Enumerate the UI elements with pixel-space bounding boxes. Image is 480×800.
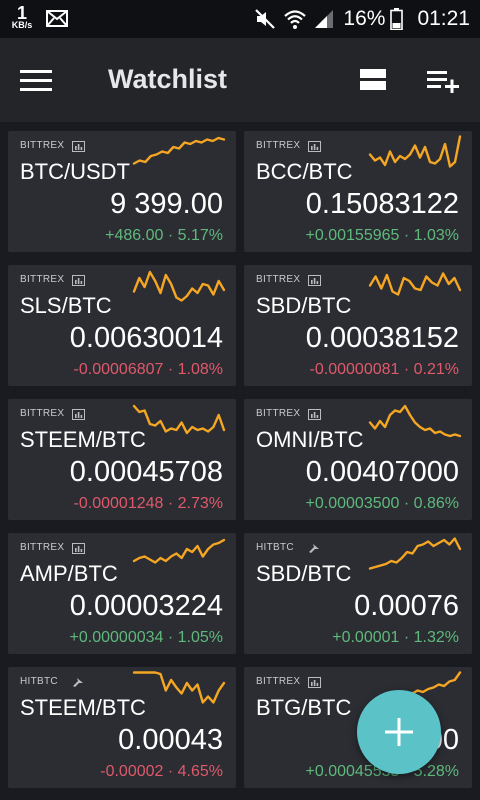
add-list-icon <box>427 71 459 94</box>
chart-icon <box>72 273 85 291</box>
sparkline <box>132 270 226 302</box>
ticker-card[interactable]: BITTREX STEEM/BTC 0.00045708 -0.00001248 · … <box>8 399 236 520</box>
bird-icon <box>308 541 320 559</box>
sparkline <box>368 272 462 296</box>
network-speed-unit: KB/s <box>11 20 33 30</box>
signal-icon <box>313 8 335 30</box>
add-list-button[interactable] <box>427 69 459 94</box>
ticker-card[interactable]: HITBTC STEEM/BTC 0.00043 -0.00002 · 4.65% <box>8 667 236 788</box>
exchange-name: HITBTC <box>20 676 58 687</box>
ticker-card[interactable]: BITTREX AMP/BTC 0.00003224 +0.00000034 · 1.… <box>8 533 236 654</box>
sparkline-path <box>132 538 226 564</box>
price: 0.00630014 <box>69 322 223 354</box>
bird-icon <box>72 675 84 693</box>
price: 0.15083122 <box>305 188 459 220</box>
pair-name: BCC/BTC <box>256 159 353 184</box>
ticker-card[interactable]: BITTREX BTC/USDT 9 399.00 +486.00 · 5.17% <box>8 131 236 252</box>
price-change: -0.00006807 · 1.08% <box>73 361 223 378</box>
pair-name: BTG/BTC <box>256 695 352 720</box>
sparkline-path <box>368 537 462 570</box>
pair-name: BTC/USDT <box>20 159 130 184</box>
exchange-name: BITTREX <box>256 408 301 419</box>
view-toggle-button[interactable] <box>360 68 386 92</box>
price: 0.00003224 <box>69 590 223 622</box>
exchange-name: HITBTC <box>256 542 294 553</box>
sparkline <box>132 671 226 704</box>
pair-name: SBD/BTC <box>256 293 352 318</box>
price: 0.00045708 <box>69 456 223 488</box>
sparkline <box>368 404 462 438</box>
page-title: Watchlist <box>108 64 228 94</box>
plus-icon <box>385 718 413 746</box>
exchange-name: BITTREX <box>20 408 65 419</box>
exchange-name: BITTREX <box>20 542 65 553</box>
sparkline-path <box>132 270 226 302</box>
sparkline <box>368 537 462 570</box>
price-change: +0.00155965 · 1.03% <box>305 227 459 244</box>
pair-name: SLS/BTC <box>20 293 112 318</box>
chart-icon <box>308 407 321 425</box>
chart-icon <box>308 675 321 693</box>
price-change: +486.00 · 5.17% <box>105 227 223 244</box>
menu-button[interactable] <box>20 69 52 93</box>
sparkline-path <box>368 272 462 296</box>
sparkline-path <box>368 404 462 438</box>
price-change: -0.00000081 · 0.21% <box>309 361 459 378</box>
exchange-name: BITTREX <box>256 676 301 687</box>
ticker-card[interactable]: BITTREX OMNI/BTC 0.00407000 +0.00003500 · 0… <box>244 399 472 520</box>
sparkline <box>132 404 226 435</box>
wifi-icon <box>283 7 307 31</box>
app-bar: Watchlist <box>0 38 480 122</box>
chart-icon <box>72 139 85 157</box>
pair-name: SBD/BTC <box>256 561 352 586</box>
ticker-card[interactable]: HITBTC SBD/BTC 0.00076 +0.00001 · 1.32% <box>244 533 472 654</box>
price: 0.00038152 <box>305 322 459 354</box>
price-change: -0.00002 · 4.65% <box>100 763 223 780</box>
network-speed: 1 KB/s <box>9 4 35 30</box>
price: 0.00076 <box>354 590 459 622</box>
chart-icon <box>308 273 321 291</box>
menu-icon <box>20 70 52 91</box>
chart-icon <box>308 139 321 157</box>
exchange-name: BITTREX <box>256 274 301 285</box>
ticker-card[interactable]: BITTREX SBD/BTC 0.00038152 -0.00000081 · 0.… <box>244 265 472 386</box>
chart-icon <box>72 541 85 559</box>
sparkline-path <box>132 404 226 435</box>
price-change: +0.00000034 · 1.05% <box>69 629 223 646</box>
sparkline <box>132 538 226 564</box>
battery-percentage: 16% <box>343 7 386 30</box>
exchange-name: BITTREX <box>256 140 301 151</box>
exchange-name: BITTREX <box>20 274 65 285</box>
pair-name: OMNI/BTC <box>256 427 364 452</box>
mute-icon <box>253 7 277 31</box>
status-bar: 1 KB/s 16% 01:21 <box>0 0 480 38</box>
ticker-card[interactable]: BITTREX SLS/BTC 0.00630014 -0.00006807 · 1.… <box>8 265 236 386</box>
clock: 01:21 <box>417 7 470 30</box>
ticker-card[interactable]: BITTREX BCC/BTC 0.15083122 +0.00155965 · 1.… <box>244 131 472 252</box>
view-toggle-icon <box>360 69 386 90</box>
pair-name: AMP/BTC <box>20 561 118 586</box>
price: 0.00043 <box>118 724 223 756</box>
price-change: -0.00001248 · 2.73% <box>73 495 223 512</box>
price-change: +0.00001 · 1.32% <box>332 629 459 646</box>
sparkline <box>368 135 462 168</box>
pair-name: STEEM/BTC <box>20 695 146 720</box>
battery-icon <box>390 8 404 30</box>
sparkline <box>132 136 226 165</box>
sparkline-path <box>132 671 226 704</box>
chart-icon <box>72 407 85 425</box>
mail-icon <box>46 10 68 32</box>
exchange-name: BITTREX <box>20 140 65 151</box>
add-pair-fab[interactable] <box>357 690 441 774</box>
pair-name: STEEM/BTC <box>20 427 146 452</box>
price-change: +0.00003500 · 0.86% <box>305 495 459 512</box>
price: 0.00407000 <box>305 456 459 488</box>
price: 9 399.00 <box>110 188 223 220</box>
sparkline-path <box>368 135 462 168</box>
sparkline-path <box>132 136 226 165</box>
